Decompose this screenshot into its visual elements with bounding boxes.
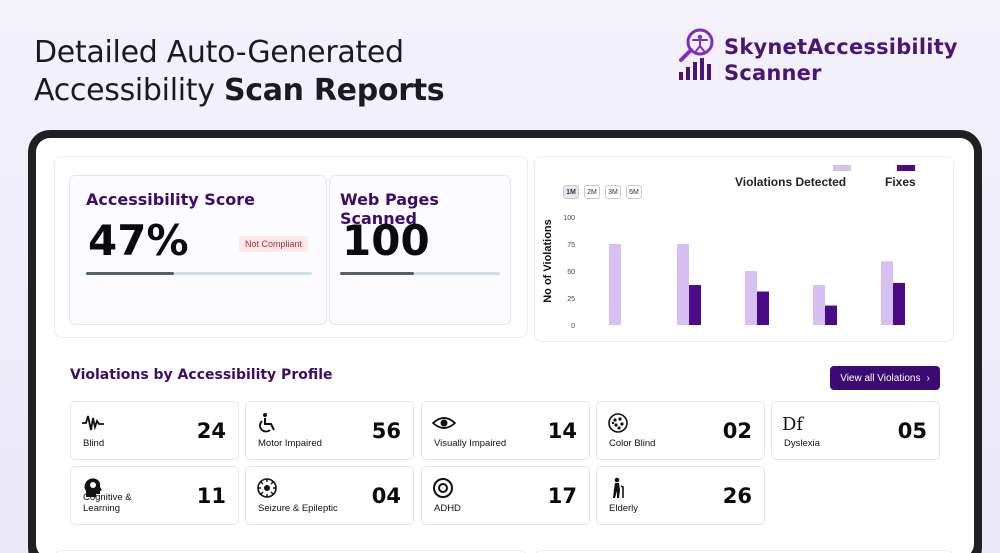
profile-card-adhd[interactable]: ADHD 17	[421, 466, 590, 525]
violations-bar-chart: No of Violations 0 25 50 75 100	[542, 215, 905, 330]
score-progress-fill	[86, 272, 175, 275]
profile-count: 05	[897, 419, 927, 443]
view-all-violations-button[interactable]: View all Violations ›	[830, 366, 940, 390]
elderly-icon	[613, 477, 624, 498]
pages-progress-fill	[340, 272, 414, 275]
profile-label: ADHD	[434, 503, 461, 514]
bar-fixes-4	[893, 282, 905, 325]
seizure-icon	[257, 478, 277, 498]
profile-count: 24	[196, 419, 226, 443]
bar-violations-2	[745, 271, 757, 325]
violations-section-title: Violations by Accessibility Profile	[70, 367, 333, 383]
bar-fixes-3	[825, 305, 837, 325]
accessibility-score-value: 47%	[88, 216, 189, 265]
svg-text:Df: Df	[782, 414, 804, 434]
profile-label: Dyslexia	[784, 438, 820, 449]
y-tick-label-1: 25	[567, 296, 575, 303]
logo-line-2: Scanner	[724, 61, 822, 85]
accessibility-scanner-logo-icon	[679, 28, 714, 80]
profile-count: 17	[547, 484, 577, 508]
bar-violations-3	[813, 285, 825, 325]
dyslexia-icon: Df	[782, 414, 804, 434]
profile-card-blind[interactable]: Blind 24	[70, 401, 239, 460]
pages-progress-track	[340, 272, 500, 275]
profile-count: 02	[722, 419, 752, 443]
brand-logo: SkynetAccessibility Scanner	[676, 28, 986, 88]
score-progress-track	[86, 272, 312, 275]
profile-label: Blind	[83, 438, 105, 449]
bar-fixes-1	[689, 285, 701, 325]
bar-violations-0	[609, 244, 621, 325]
target-icon	[433, 478, 453, 498]
y-axis-label: No of Violations	[542, 219, 554, 303]
logo-line-1: SkynetAccessibility	[724, 35, 958, 59]
wheelchair-icon	[259, 413, 275, 433]
profile-label: Color Blind	[609, 438, 656, 449]
accessibility-score-title: Accessibility Score	[86, 190, 256, 209]
stats-panel: Accessibility Score 47% Not Compliant We…	[54, 156, 528, 338]
bar-fixes-2	[757, 291, 769, 325]
profile-card-elderly[interactable]: Elderly 26	[596, 466, 765, 525]
compliance-status-badge: Not Compliant	[238, 236, 308, 252]
y-tick-label-0: 0	[571, 323, 575, 330]
profile-label: Visually Impaired	[434, 438, 507, 449]
profile-card-dyslexia[interactable]: Df Dyslexia 05	[771, 401, 940, 460]
profile-count: 26	[722, 484, 752, 508]
accessibility-score-card: Accessibility Score 47% Not Compliant	[69, 175, 327, 325]
profile-label: Elderly	[609, 503, 639, 514]
logo-text: SkynetAccessibility Scanner	[724, 34, 958, 86]
y-tick-label-3: 75	[567, 242, 575, 249]
profile-count: 56	[371, 419, 401, 443]
profile-card-visually-impaired[interactable]: Visually Impaired 14	[421, 401, 590, 460]
view-all-label: View all Violations	[840, 372, 921, 384]
chevron-right-icon: ›	[926, 372, 930, 384]
y-tick-label-4: 100	[563, 215, 575, 222]
dashboard-screen: Accessibility Score 47% Not Compliant We…	[36, 138, 974, 553]
violations-chart-panel: 1M 2M 3M 6M Violations Detected Fixes No…	[534, 156, 954, 342]
profile-label: Cognitive & Learning	[83, 492, 132, 514]
page-headline: Detailed Auto-Generated Accessibility Sc…	[34, 34, 445, 110]
headline-line-2: Accessibility Scan Reports	[34, 72, 445, 110]
profile-label: Seizure & Epileptic	[258, 503, 338, 514]
profile-count: 11	[196, 484, 226, 508]
profile-card-color-blind[interactable]: Color Blind 02	[596, 401, 765, 460]
web-pages-card: Web Pages Scanned 100	[329, 175, 511, 325]
bar-violations-1	[677, 244, 689, 325]
web-pages-value: 100	[342, 216, 430, 265]
bar-violations-4	[881, 261, 893, 325]
blind-waveform-icon	[82, 415, 104, 431]
profile-card-seizure-epileptic[interactable]: Seizure & Epileptic 04	[245, 466, 414, 525]
profile-count: 14	[547, 419, 577, 443]
headline-line-1: Detailed Auto-Generated	[34, 35, 404, 70]
eye-icon	[432, 417, 456, 429]
profile-card-cognitive-learning[interactable]: Cognitive & Learning 11	[70, 466, 239, 525]
profile-card-motor-impaired[interactable]: Motor Impaired 56	[245, 401, 414, 460]
headline-bold: Scan Reports	[223, 73, 445, 108]
color-blind-icon	[608, 413, 628, 433]
y-tick-label-2: 50	[567, 269, 575, 276]
headline-regular: Accessibility	[34, 73, 224, 108]
profile-count: 04	[371, 484, 401, 508]
profile-label: Motor Impaired	[258, 438, 322, 449]
